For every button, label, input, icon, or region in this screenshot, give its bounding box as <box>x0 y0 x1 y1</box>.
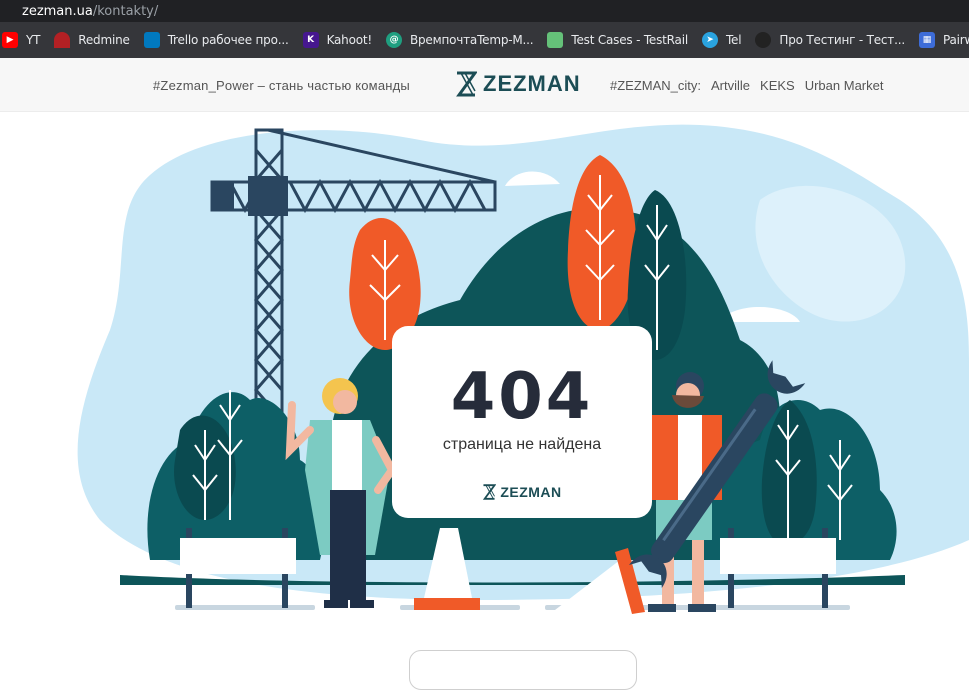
bookmark-label: Про Тестинг - Тест... <box>779 33 905 47</box>
bookmark-redmine[interactable]: Redmine <box>52 26 137 54</box>
bookmark-yt[interactable]: ▶ YT <box>0 26 48 54</box>
site-logo[interactable]: ZEZMAN <box>455 71 581 97</box>
city-nav: #ZEZMAN_city: Artville KEKS Urban Market <box>610 78 883 93</box>
tagline-link[interactable]: #Zezman_Power – стань частью команды <box>153 78 410 93</box>
error-card: 404 страница не найдена ZEZMAN <box>392 326 652 518</box>
error-code: 404 <box>450 360 594 434</box>
bookmark-pairwise[interactable]: ▦ Pairwise Onl <box>917 26 969 54</box>
logo-text: ZEZMAN <box>483 71 581 96</box>
bookmark-label: ВремпочтаTemp-M... <box>409 33 534 47</box>
bookmark-telegram[interactable]: ➤ Tel <box>700 26 749 54</box>
protesting-icon <box>755 32 772 48</box>
youtube-icon: ▶ <box>2 32 18 48</box>
trello-icon <box>143 32 160 48</box>
city-label: #ZEZMAN_city: <box>610 78 702 93</box>
tempmail-icon: @ <box>385 32 402 48</box>
zezman-logo-icon <box>483 484 497 500</box>
bookmark-label: Pairwise Onl <box>942 33 969 47</box>
bookmark-trello[interactable]: Trello рабочее про... <box>142 26 297 54</box>
redmine-icon <box>54 32 71 48</box>
site-header: #Zezman_Power – стань частью команды ZEZ… <box>0 58 969 112</box>
zezman-logo-icon <box>456 71 477 97</box>
city-link-urban-market[interactable]: Urban Market <box>805 78 884 93</box>
city-link-artville[interactable]: Artville <box>711 78 750 93</box>
address-bar[interactable]: zezman.ua/kontakty/ <box>0 0 969 22</box>
url-path: /kontakty/ <box>92 3 159 19</box>
error-message: страница не найдена <box>442 436 602 453</box>
pairwise-icon: ▦ <box>918 32 935 48</box>
telegram-icon: ➤ <box>701 32 718 48</box>
testrail-icon <box>547 32 564 48</box>
bookmark-label: Test Cases - TestRail <box>571 33 688 47</box>
bookmark-label: YT <box>26 33 41 47</box>
bookmark-testrail[interactable]: Test Cases - TestRail <box>545 26 696 54</box>
bookmarks-bar: ▶ YT Redmine Trello рабочее про... K Kah… <box>0 22 969 58</box>
bookmark-tempmail[interactable]: @ ВремпочтаTemp-M... <box>384 26 541 54</box>
url-host: zezman.ua <box>22 3 93 19</box>
bookmark-label: Tel <box>725 33 742 47</box>
bookmark-kahoot[interactable]: K Kahoot! <box>301 26 380 54</box>
bookmark-label: Kahoot! <box>326 33 373 47</box>
kahoot-icon: K <box>302 32 319 48</box>
card-logo-text: ZEZMAN <box>500 484 562 500</box>
bookmark-protesting[interactable]: Про Тестинг - Тест... <box>753 26 913 54</box>
bookmark-label: Trello рабочее про... <box>167 33 289 47</box>
card-logo: ZEZMAN <box>392 484 652 500</box>
bookmark-label: Redmine <box>78 33 130 47</box>
city-link-keks[interactable]: KEKS <box>760 78 795 93</box>
home-button[interactable] <box>409 650 637 690</box>
